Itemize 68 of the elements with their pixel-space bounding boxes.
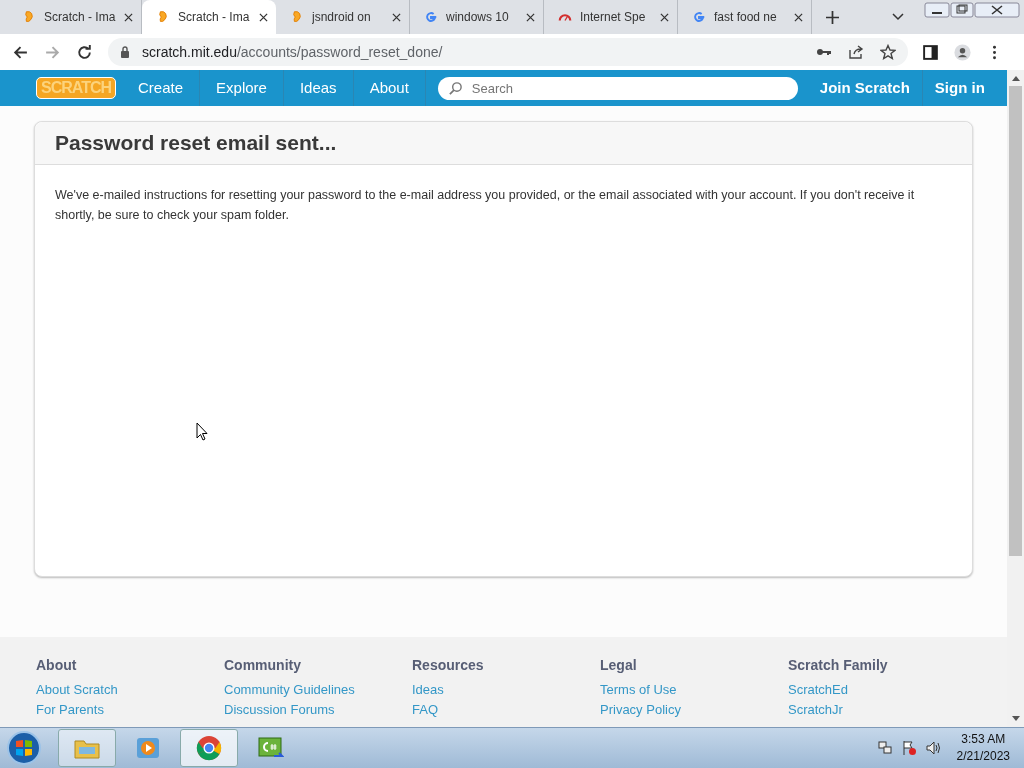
footer-link[interactable]: ScratchEd <box>788 680 976 700</box>
nav-link[interactable]: Create <box>122 70 201 106</box>
chrome-icon <box>195 735 223 761</box>
footer-link[interactable]: Privacy Policy <box>600 700 788 720</box>
reload-icon[interactable] <box>76 43 93 61</box>
footer-link[interactable]: Community Guidelines <box>224 680 412 700</box>
tab-title: jsndroid on <box>312 10 372 24</box>
tab-title: Internet Spe <box>580 10 647 24</box>
close-icon[interactable] <box>794 12 803 22</box>
speaker-icon[interactable] <box>924 740 941 756</box>
clock-time[interactable]: 3:53 AM <box>961 731 1006 748</box>
address-field[interactable]: scratch.mit.edu/accounts/password_reset_done/ <box>108 38 908 66</box>
pointer-cursor-icon <box>196 422 208 441</box>
google-icon <box>424 10 438 24</box>
browser-tab[interactable]: Internet Spe <box>544 0 678 34</box>
nav-link[interactable]: About <box>353 70 426 106</box>
chevron-down-icon[interactable] <box>892 13 904 21</box>
footer-heading: Scratch Family <box>788 657 889 673</box>
tab-title: windows 10 <box>446 10 510 24</box>
share-icon[interactable] <box>848 44 864 60</box>
footer-link[interactable]: Terms of Use <box>600 680 788 700</box>
tab-title: Scratch - Ima <box>44 10 116 24</box>
search-field[interactable]: Search <box>437 76 798 100</box>
clock-date[interactable]: 2/21/2023 <box>956 748 1010 765</box>
card-title: Password reset email sent... <box>55 130 338 156</box>
scroll-up-icon[interactable] <box>1011 75 1020 81</box>
footer-link[interactable]: Ideas <box>412 680 600 700</box>
scrollbar[interactable] <box>1007 70 1024 727</box>
network-icon[interactable] <box>876 740 893 756</box>
lock-icon <box>120 46 130 58</box>
nav-link[interactable]: Sign in <box>921 70 997 106</box>
footer-heading: Legal <box>600 657 638 673</box>
footer-link[interactable]: For Parents <box>36 700 224 720</box>
close-icon[interactable] <box>124 12 133 22</box>
media-player-icon <box>134 735 162 761</box>
google-icon <box>692 10 706 24</box>
scroll-down-icon[interactable] <box>1011 716 1020 722</box>
footer-link[interactable]: Discussion Forums <box>224 700 412 720</box>
side-panel-icon[interactable] <box>922 43 939 61</box>
footer-link[interactable]: About Scratch <box>36 680 224 700</box>
browser-tab[interactable]: windows 10 <box>410 0 544 34</box>
url-text: scratch.mit.edu/accounts/password_reset_done/ <box>142 44 443 60</box>
taskbar-button[interactable] <box>180 729 238 767</box>
tab-title: Scratch - Ima <box>178 10 251 24</box>
tab-title: fast food ne <box>714 10 778 24</box>
new-tab-icon[interactable] <box>826 10 839 24</box>
profile-icon[interactable] <box>954 43 971 61</box>
start-orb-icon[interactable] <box>6 730 42 766</box>
footer-link[interactable]: ScratchJr <box>788 700 976 720</box>
browser-tab[interactable]: Scratch - Ima <box>142 0 276 34</box>
nav-link[interactable]: Explore <box>200 70 284 106</box>
footer-heading: Community <box>224 657 302 673</box>
close-icon[interactable] <box>259 12 268 22</box>
footer-link[interactable]: FAQ <box>412 700 600 720</box>
close-icon[interactable] <box>526 12 535 22</box>
search-icon <box>447 80 463 96</box>
footer-heading: About <box>36 657 78 673</box>
nav-link[interactable]: Ideas <box>283 70 354 106</box>
window-controls-icon[interactable] <box>924 2 1020 18</box>
star-icon[interactable] <box>880 44 896 60</box>
flag-icon[interactable] <box>900 740 917 756</box>
close-icon[interactable] <box>392 12 401 22</box>
browser-tab[interactable]: jsndroid on <box>276 0 410 34</box>
nav-link[interactable]: Join Scratch <box>807 70 922 106</box>
footer-heading: Resources <box>412 657 485 673</box>
browser-tab[interactable]: fast food ne <box>678 0 812 34</box>
message-text: We've e-mailed instructions for resetting your password to the e-mail address you provided, or the email associated with your account. If you don't receive it shortly, be sure to check your spam folder. <box>55 187 916 224</box>
close-icon[interactable] <box>660 12 669 22</box>
